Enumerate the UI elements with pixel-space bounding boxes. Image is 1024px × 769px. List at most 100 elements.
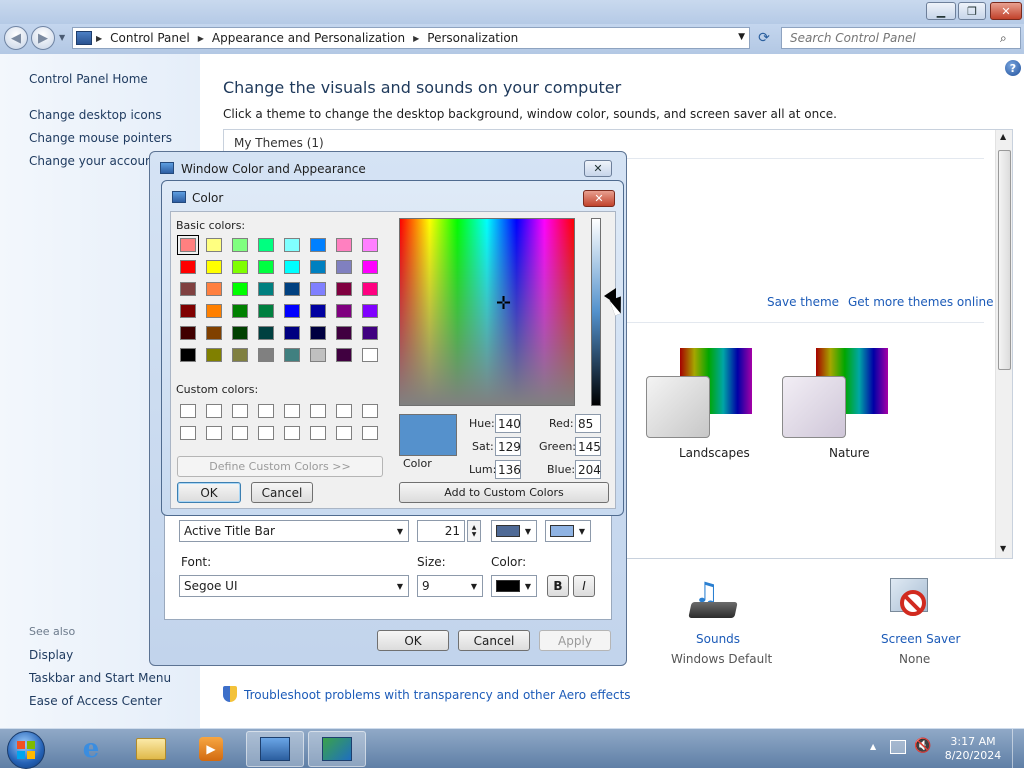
taskbar-internet-explorer[interactable]: e: [62, 731, 120, 767]
volume-muted-icon[interactable]: 🔇: [914, 738, 931, 754]
define-custom-colors-button[interactable]: Define Custom Colors >>: [177, 456, 383, 477]
color-dialog-close-button[interactable]: ✕: [583, 190, 615, 207]
font-color-picker[interactable]: ▼: [491, 575, 537, 597]
green-input[interactable]: 145: [575, 437, 601, 456]
window-titlebar: ▁ ❐ ✕: [0, 0, 1024, 24]
taskbar-windows-explorer[interactable]: [122, 731, 180, 767]
change-account-picture-link[interactable]: Change your account p: [29, 154, 169, 168]
sat-input[interactable]: 129: [495, 437, 521, 456]
custom-color-swatch[interactable]: [258, 426, 274, 440]
address-dropdown-icon[interactable]: ▼: [738, 32, 745, 42]
custom-color-swatch[interactable]: [310, 404, 326, 418]
color-ok-button[interactable]: OK: [177, 482, 241, 503]
ease-of-access-link[interactable]: Ease of Access Center: [29, 694, 162, 708]
luminosity-slider[interactable]: [591, 218, 601, 406]
item-dropdown[interactable]: Active Title Bar ▼: [179, 520, 409, 542]
theme-nature[interactable]: [782, 348, 892, 438]
spin-up-icon[interactable]: ▲: [472, 524, 477, 531]
network-icon[interactable]: [890, 740, 906, 754]
themes-scrollbar[interactable]: ▲ ▼: [995, 130, 1012, 558]
add-to-custom-colors-button[interactable]: Add to Custom Colors: [399, 482, 609, 503]
theme-nature-label[interactable]: Nature: [829, 446, 870, 460]
chevron-down-icon: ▼: [396, 526, 404, 536]
red-input[interactable]: 85: [575, 414, 601, 433]
wca-cancel-button[interactable]: Cancel: [458, 630, 530, 651]
sounds-button[interactable]: ♫: [688, 576, 740, 624]
wca-apply-button[interactable]: Apply: [539, 630, 611, 651]
item-size-stepper[interactable]: ▲ ▼: [467, 520, 481, 542]
scrollbar-thumb[interactable]: [998, 150, 1011, 370]
custom-color-swatch[interactable]: [232, 426, 248, 440]
control-panel-home-link[interactable]: Control Panel Home: [29, 72, 148, 86]
forward-button[interactable]: ▶: [31, 26, 55, 50]
color1-picker[interactable]: ▼: [491, 520, 537, 542]
color2-picker[interactable]: ▼: [545, 520, 591, 542]
close-icon: ✕: [594, 192, 604, 205]
custom-color-swatch[interactable]: [310, 426, 326, 440]
start-button[interactable]: [7, 731, 45, 769]
theme-window-thumbnail: [782, 376, 846, 438]
blue-input[interactable]: 204: [575, 460, 601, 479]
display-link[interactable]: Display: [29, 648, 73, 662]
troubleshoot-transparency-link[interactable]: Troubleshoot problems with transparency …: [244, 688, 631, 702]
lum-input[interactable]: 136: [495, 460, 521, 479]
item-size-input[interactable]: 21: [417, 520, 465, 542]
change-mouse-pointers-link[interactable]: Change mouse pointers: [29, 131, 172, 145]
dialog-app-icon: [160, 162, 174, 174]
custom-color-swatch[interactable]: [284, 404, 300, 418]
breadcrumb-personalization[interactable]: Personalization: [423, 31, 522, 45]
scroll-down-icon[interactable]: ▼: [1000, 544, 1006, 553]
screen-saver-label[interactable]: Screen Saver: [881, 632, 960, 646]
screen-saver-button[interactable]: [886, 576, 934, 624]
taskbar-control-panel[interactable]: [246, 731, 304, 767]
italic-button[interactable]: I: [573, 575, 595, 597]
color-cancel-button[interactable]: Cancel: [251, 482, 313, 503]
custom-color-swatch[interactable]: [180, 404, 196, 418]
taskbar-personalization[interactable]: [308, 731, 366, 767]
dialog-close-button[interactable]: ✕: [584, 160, 612, 177]
refresh-button[interactable]: ⟳: [752, 27, 776, 49]
address-field[interactable]: ▶ Control Panel ▶ Appearance and Persona…: [72, 27, 750, 49]
scroll-up-icon[interactable]: ▲: [1000, 132, 1006, 141]
custom-color-swatch[interactable]: [180, 426, 196, 440]
custom-color-swatch[interactable]: [258, 404, 274, 418]
breadcrumb-control-panel[interactable]: Control Panel: [106, 31, 194, 45]
save-theme-link[interactable]: Save theme: [767, 295, 839, 309]
font-size-dropdown[interactable]: 9 ▼: [417, 575, 483, 597]
show-hidden-icons-icon[interactable]: ▲: [870, 742, 876, 751]
maximize-button[interactable]: ❐: [958, 2, 986, 20]
system-clock[interactable]: 3:17 AM 8/20/2024: [944, 735, 1002, 763]
custom-color-swatch[interactable]: [206, 426, 222, 440]
hue-input[interactable]: 140: [495, 414, 521, 433]
show-desktop-button[interactable]: [1012, 729, 1024, 769]
taskbar-media-player[interactable]: ▶: [182, 731, 240, 767]
custom-color-swatch[interactable]: [336, 404, 352, 418]
custom-color-swatch[interactable]: [206, 404, 222, 418]
crosshair-icon: ✛: [496, 293, 512, 314]
search-input[interactable]: [788, 29, 1000, 47]
spin-down-icon[interactable]: ▼: [472, 531, 477, 538]
custom-color-swatch[interactable]: [362, 404, 378, 418]
close-button[interactable]: ✕: [990, 2, 1022, 20]
bold-button[interactable]: B: [547, 575, 569, 597]
theme-landscapes[interactable]: [646, 348, 756, 438]
change-desktop-icons-link[interactable]: Change desktop icons: [29, 108, 162, 122]
custom-color-swatch[interactable]: [336, 426, 352, 440]
taskbar-start-menu-link[interactable]: Taskbar and Start Menu: [29, 671, 171, 685]
font-dropdown[interactable]: Segoe UI ▼: [179, 575, 409, 597]
breadcrumb-appearance[interactable]: Appearance and Personalization: [208, 31, 409, 45]
help-icon[interactable]: ?: [1005, 60, 1021, 76]
custom-color-swatch[interactable]: [232, 404, 248, 418]
theme-landscapes-label[interactable]: Landscapes: [679, 446, 750, 460]
sounds-label[interactable]: Sounds: [696, 632, 740, 646]
search-icon[interactable]: ⌕: [1000, 31, 1007, 46]
get-more-themes-link[interactable]: Get more themes online: [848, 295, 994, 309]
wca-ok-button[interactable]: OK: [377, 630, 449, 651]
history-dropdown-icon[interactable]: ▼: [59, 33, 65, 42]
custom-color-swatch[interactable]: [284, 426, 300, 440]
minimize-button[interactable]: ▁: [926, 2, 956, 20]
back-button[interactable]: ◀: [4, 26, 28, 50]
search-box[interactable]: ⌕: [781, 27, 1021, 49]
color-spectrum[interactable]: ✛: [399, 218, 575, 406]
custom-color-swatch[interactable]: [362, 426, 378, 440]
